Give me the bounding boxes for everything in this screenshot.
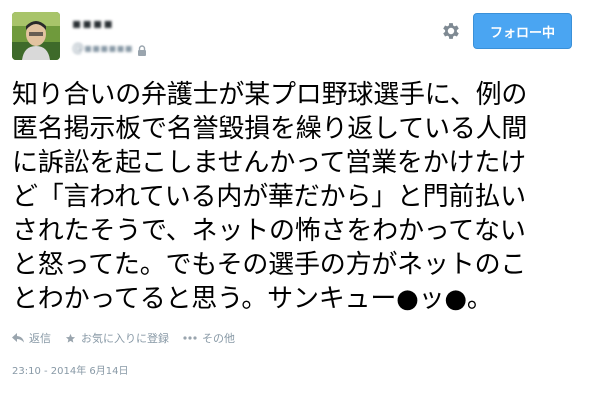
user-avatar[interactable]	[12, 12, 60, 60]
gear-icon[interactable]	[440, 20, 462, 42]
tweet-header: ▪▪▪▪ @▪▪▪▪▪▪ フォロー中	[0, 0, 589, 72]
more-dots-icon	[183, 336, 197, 340]
tweet-actions: 返信 お気に入りに登録 その他	[12, 330, 235, 346]
display-name[interactable]: ▪▪▪▪	[72, 16, 114, 32]
favorite-label: お気に入りに登録	[81, 332, 169, 345]
tweet-line: 知り合いの弁護士が某プロ野球選手に、例の	[12, 80, 528, 110]
tweet-line: とわかってると思う。サンキュー●ッ●。	[12, 284, 493, 314]
screen-name[interactable]: @▪▪▪▪▪▪	[72, 41, 133, 55]
more-label: その他	[202, 332, 235, 345]
more-button[interactable]: その他	[183, 330, 235, 346]
tweet-line: されたそうで、ネットの怖さをわかってない	[12, 216, 526, 246]
lock-icon	[137, 42, 147, 56]
tweet-timestamp[interactable]: 23:10 - 2014年 6月14日	[12, 362, 129, 377]
following-button[interactable]: フォロー中	[473, 13, 572, 49]
tweet-line: と怒ってた。でもその選手の方がネットのこ	[12, 250, 527, 280]
screen-name-row: @▪▪▪▪▪▪	[72, 40, 147, 56]
tweet-text: 知り合いの弁護士が某プロ野球選手に、例の 匿名掲示板で名誉毀損を繰り返している人…	[12, 78, 582, 316]
star-icon	[65, 333, 76, 344]
tweet-line: 匿名掲示板で名誉毀損を繰り返している人間	[12, 114, 528, 144]
tweet-line: ど「言われている内が華だから」と門前払い	[12, 182, 526, 212]
reply-button[interactable]: 返信	[12, 330, 51, 346]
reply-icon	[12, 333, 24, 343]
favorite-button[interactable]: お気に入りに登録	[65, 330, 169, 346]
reply-label: 返信	[29, 332, 51, 345]
avatar-image	[12, 12, 60, 60]
tweet-line: に訴訟を起こしませんかって営業をかけたけ	[12, 148, 526, 178]
